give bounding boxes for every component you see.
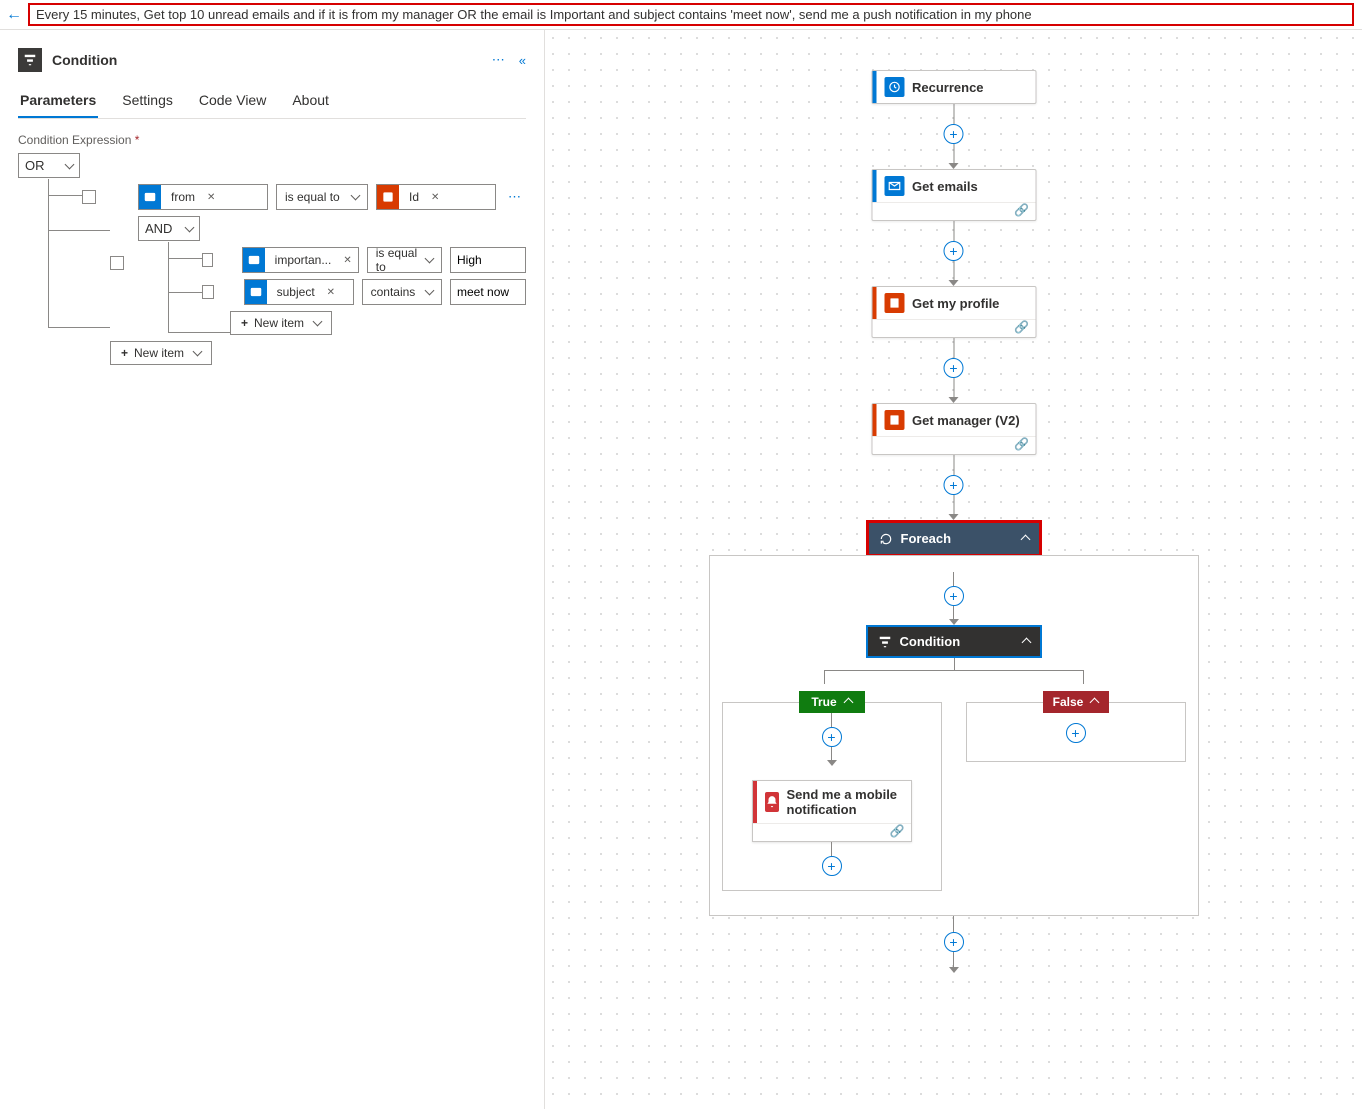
chip-remove-icon[interactable]: ✕ (337, 255, 357, 266)
row1-more-icon[interactable]: ⋯ (504, 189, 525, 205)
chip-remove-icon[interactable]: ✕ (425, 192, 445, 203)
false-branch: False + (966, 702, 1186, 762)
flow-description[interactable]: Every 15 minutes, Get top 10 unread emai… (28, 3, 1354, 26)
office-icon (884, 293, 904, 313)
flow-canvas[interactable]: Recurrence + Get emails 🔗 + (545, 30, 1362, 1109)
condition-panel: Condition ⋯ « Parameters Settings Code V… (0, 30, 545, 1109)
link-icon: 🔗 (1014, 437, 1029, 454)
group-checkbox[interactable] (110, 256, 124, 270)
inner-operator-select[interactable]: AND (138, 216, 200, 241)
add-step-button[interactable]: + (822, 727, 842, 747)
node-get-emails[interactable]: Get emails 🔗 (871, 169, 1036, 221)
false-label[interactable]: False (1043, 691, 1109, 713)
add-step-button[interactable]: + (944, 124, 964, 144)
link-icon: 🔗 (1014, 320, 1029, 337)
condition-icon (878, 635, 892, 649)
add-step-button[interactable]: + (1066, 723, 1086, 743)
office-icon (884, 410, 904, 430)
collapse-icon[interactable] (1018, 531, 1029, 546)
node-label: Get emails (912, 179, 978, 194)
back-arrow-icon[interactable]: ← (0, 6, 28, 24)
link-icon: 🔗 (1014, 203, 1029, 220)
node-recurrence[interactable]: Recurrence (871, 70, 1036, 104)
outlook-icon (245, 280, 267, 304)
row1-checkbox[interactable] (82, 190, 96, 204)
tab-settings[interactable]: Settings (120, 84, 175, 118)
row2-left-chip[interactable]: importan... ✕ (242, 247, 359, 273)
true-branch: True + Send me a mobile notification (722, 702, 942, 891)
plus-icon: + (121, 346, 128, 360)
node-condition[interactable]: Condition (866, 625, 1042, 658)
loop-icon (879, 532, 893, 546)
true-label[interactable]: True (799, 691, 865, 713)
panel-collapse-icon[interactable]: « (519, 53, 526, 68)
condition-icon (18, 48, 42, 72)
plus-icon: + (241, 316, 248, 330)
chip-remove-icon[interactable]: ✕ (201, 192, 221, 203)
node-get-my-profile[interactable]: Get my profile 🔗 (871, 286, 1036, 338)
row1-operator-select[interactable]: is equal to (276, 184, 368, 210)
bell-icon (765, 792, 779, 812)
node-send-notification[interactable]: Send me a mobile notification 🔗 (752, 780, 912, 842)
panel-tabs: Parameters Settings Code View About (18, 84, 526, 119)
root-operator-select[interactable]: OR (18, 153, 80, 178)
node-label: Get manager (V2) (912, 413, 1020, 428)
node-get-manager[interactable]: Get manager (V2) 🔗 (871, 403, 1036, 455)
row1-left-chip[interactable]: from ✕ (138, 184, 268, 210)
link-icon: 🔗 (890, 824, 905, 841)
office-users-icon (377, 185, 399, 209)
add-step-button[interactable]: + (944, 358, 964, 378)
node-label: Recurrence (912, 80, 984, 95)
inner-new-item-button[interactable]: + New item (230, 311, 332, 335)
panel-more-icon[interactable]: ⋯ (492, 52, 505, 68)
row2-operator-select[interactable]: is equal to (367, 247, 442, 273)
collapse-icon[interactable] (1019, 634, 1030, 649)
add-step-button[interactable]: + (944, 241, 964, 261)
node-label: Get my profile (912, 296, 999, 311)
add-step-button[interactable]: + (944, 475, 964, 495)
tab-about[interactable]: About (290, 84, 331, 118)
mail-icon (884, 176, 904, 196)
row2-checkbox[interactable] (202, 253, 213, 267)
outlook-icon (243, 248, 265, 272)
tab-parameters[interactable]: Parameters (18, 84, 98, 118)
chip-remove-icon[interactable]: ✕ (321, 287, 341, 298)
node-foreach[interactable]: Foreach (866, 520, 1042, 557)
row3-left-chip[interactable]: subject ✕ (244, 279, 354, 305)
outer-new-item-button[interactable]: + New item (110, 341, 212, 365)
node-label: Send me a mobile notification (787, 787, 903, 817)
clock-icon (884, 77, 904, 97)
row3-value-input[interactable] (450, 279, 526, 305)
panel-title: Condition (52, 52, 482, 68)
row3-checkbox[interactable] (202, 285, 214, 299)
field-label: Condition Expression * (18, 133, 526, 147)
row2-value-input[interactable] (450, 247, 526, 273)
outlook-icon (139, 185, 161, 209)
add-step-button[interactable]: + (822, 856, 842, 876)
tab-code-view[interactable]: Code View (197, 84, 268, 118)
row1-value-chip[interactable]: Id ✕ (376, 184, 496, 210)
row3-operator-select[interactable]: contains (362, 279, 442, 305)
add-step-button[interactable]: + (944, 932, 964, 952)
add-step-button[interactable]: + (944, 586, 964, 606)
